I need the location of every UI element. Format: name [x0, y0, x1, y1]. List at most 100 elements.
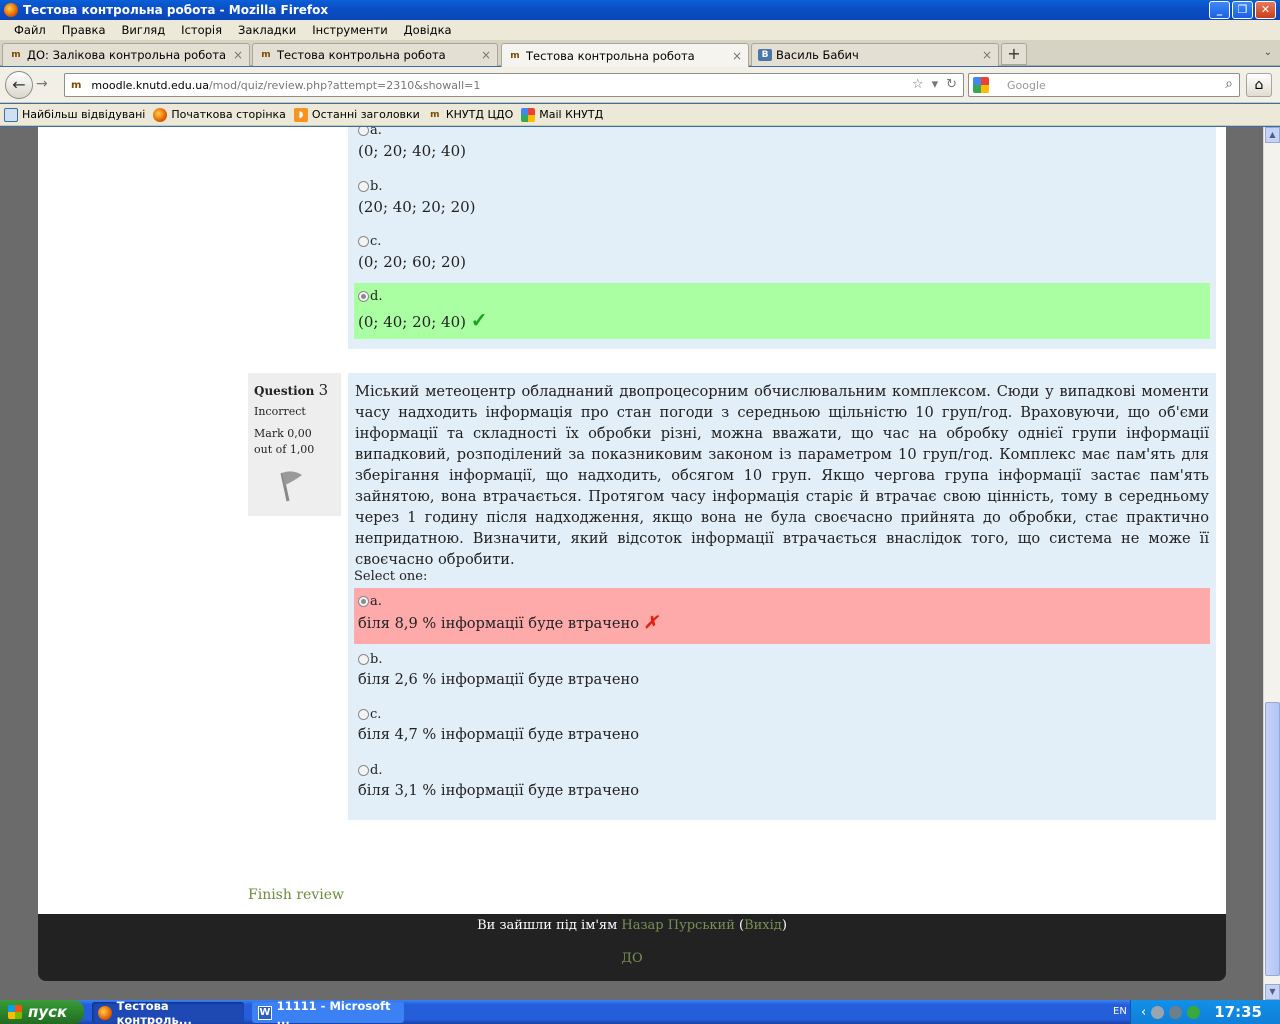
answer-text: (0; 40; 20; 40): [358, 313, 466, 331]
logout-link[interactable]: Вихід: [744, 918, 782, 933]
scroll-up-arrow-icon[interactable]: ▲: [1265, 127, 1280, 143]
answer-option[interactable]: b. (20; 40; 20; 20): [354, 177, 1210, 216]
close-window-button[interactable]: ✕: [1255, 1, 1276, 19]
menu-edit[interactable]: Правка: [54, 23, 114, 37]
url-host: moodle.knutd.edu.ua: [91, 78, 209, 92]
answer-option[interactable]: c. біля 4,7 % інформації буде втрачено: [354, 705, 1210, 743]
back-button[interactable]: ←: [5, 71, 33, 99]
taskbar-item-firefox[interactable]: Тестова контроль...: [92, 999, 244, 1024]
tab-1[interactable]: m ДО: Залікова контрольна робота ×: [2, 43, 250, 66]
tray-icon[interactable]: [1187, 1005, 1201, 1019]
most-visited-icon: [4, 107, 18, 122]
tray-icon[interactable]: [1169, 1005, 1183, 1019]
bookmark-knutd-cdo[interactable]: m КНУТД ЦДО: [428, 108, 513, 122]
answer-letter: b.: [370, 652, 383, 667]
question-label: Question: [254, 384, 315, 398]
tab-close-icon[interactable]: ×: [481, 48, 491, 62]
answer-text: (20; 40; 20; 20): [358, 198, 476, 216]
tray-icon[interactable]: [1151, 1005, 1165, 1019]
answer-option-correct[interactable]: d. (0; 40; 20; 40) ✓: [354, 283, 1210, 339]
answer-letter: c.: [370, 234, 382, 249]
radio-button[interactable]: [358, 236, 369, 247]
new-tab-button[interactable]: +: [1001, 43, 1027, 65]
question-info: Question 3 Incorrect Mark 0,00 out of 1,…: [248, 373, 341, 516]
moodle-icon: m: [430, 109, 440, 120]
answer-option[interactable]: a. (0; 20; 40; 40): [354, 127, 1210, 160]
answer-text: (0; 20; 40; 40): [358, 142, 466, 160]
show-hidden-icons-icon[interactable]: ‹: [1141, 1005, 1146, 1020]
firefox-icon: [153, 107, 168, 122]
start-button[interactable]: пуск: [0, 1000, 84, 1024]
menu-file[interactable]: Файл: [6, 23, 54, 37]
vertical-scrollbar[interactable]: ▲ ▼: [1263, 127, 1280, 1000]
answer-text: біля 2,6 % інформації буде втрачено: [358, 671, 640, 688]
answer-option-incorrect[interactable]: a. біля 8,9 % інформації буде втрачено ✗: [354, 588, 1210, 644]
radio-button-checked[interactable]: [358, 596, 369, 607]
bookmark-label: Початкова сторінка: [171, 108, 286, 121]
menu-help[interactable]: Довідка: [396, 23, 460, 37]
search-bar[interactable]: Google ⌕: [968, 73, 1240, 97]
answer-option[interactable]: d. біля 3,1 % інформації буде втрачено: [354, 761, 1210, 799]
bookmark-most-visited[interactable]: Найбільш відвідувані: [4, 107, 145, 122]
radio-button[interactable]: [358, 765, 369, 776]
home-button[interactable]: ⌂: [1246, 73, 1272, 97]
answer-text: біля 4,7 % інформації буде втрачено: [358, 726, 640, 743]
finish-review-link[interactable]: Finish review: [248, 887, 344, 903]
menu-tools[interactable]: Інструменти: [304, 23, 395, 37]
search-icon[interactable]: ⌕: [1225, 76, 1233, 92]
question-2-content: a. (0; 20; 40; 40) b. (20; 40; 20; 20) c…: [348, 127, 1216, 349]
tab-4[interactable]: B Василь Бабич ×: [751, 43, 999, 66]
bookmark-start-page[interactable]: Початкова сторінка: [153, 107, 286, 122]
radio-button[interactable]: [358, 127, 369, 136]
answer-text: (0; 20; 60; 20): [358, 253, 466, 271]
answer-letter: d.: [370, 289, 383, 304]
radio-button[interactable]: [358, 709, 369, 720]
menu-view[interactable]: Вигляд: [114, 23, 174, 37]
radio-button[interactable]: [358, 181, 369, 192]
scroll-down-arrow-icon[interactable]: ▼: [1265, 984, 1280, 1000]
scrollbar-thumb[interactable]: [1265, 702, 1280, 976]
moodle-icon: m: [510, 50, 520, 61]
bookmark-star-icon[interactable]: ☆: [912, 77, 924, 92]
rss-icon: ◗: [293, 107, 308, 122]
tab-close-icon[interactable]: ×: [732, 49, 742, 63]
forward-button[interactable]: →: [36, 76, 48, 92]
answer-text: біля 8,9 % інформації буде втрачено: [358, 615, 640, 632]
dropdown-icon[interactable]: ▾: [932, 77, 939, 92]
tab-2[interactable]: m Тестова контрольна робота ×: [252, 43, 498, 66]
bookmark-latest-headlines[interactable]: ◗ Останні заголовки: [293, 107, 420, 122]
tab-close-icon[interactable]: ×: [982, 48, 992, 62]
radio-button-checked[interactable]: [358, 291, 369, 302]
correct-tick-icon: ✓: [470, 308, 488, 332]
menu-bookmarks[interactable]: Закладки: [230, 23, 304, 37]
window-titlebar: Тестова контрольна робота - Mozilla Fire…: [0, 0, 1280, 20]
page-viewport: a. (0; 20; 40; 40) b. (20; 40; 20; 20) c…: [0, 127, 1263, 1000]
mail-icon: [521, 107, 536, 122]
incorrect-cross-icon: ✗: [643, 613, 658, 633]
language-indicator[interactable]: EN: [1113, 1006, 1127, 1017]
google-icon[interactable]: [973, 77, 989, 93]
home-link[interactable]: ДО: [38, 951, 1226, 966]
bookmark-mail-knutd[interactable]: Mail КНУТД: [521, 107, 603, 122]
flag-icon[interactable]: [274, 469, 304, 503]
tab-3-active[interactable]: m Тестова контрольна робота ×: [501, 43, 749, 67]
answer-option[interactable]: b. біля 2,6 % інформації буде втрачено: [354, 650, 1210, 688]
url-bar[interactable]: m moodle.knutd.edu.ua /mod/quiz/review.p…: [64, 73, 964, 97]
taskbar-item-word[interactable]: W 11111 - Microsoft ...: [252, 999, 404, 1024]
maximize-button[interactable]: ❐: [1232, 1, 1253, 19]
radio-button[interactable]: [358, 654, 369, 665]
tab-label: ДО: Залікова контрольна робота: [27, 48, 227, 62]
tab-list-chevron-icon[interactable]: ⌄: [1264, 47, 1272, 58]
menu-bar: Файл Правка Вигляд Історія Закладки Інст…: [0, 20, 1280, 40]
word-icon: W: [258, 1005, 272, 1020]
answer-option[interactable]: c. (0; 20; 60; 20): [354, 232, 1210, 271]
firefox-icon: [4, 3, 18, 17]
minimize-button[interactable]: _: [1209, 1, 1230, 19]
clock: 17:35: [1214, 1003, 1262, 1021]
tab-close-icon[interactable]: ×: [233, 48, 243, 62]
user-profile-link[interactable]: Назар Пурський: [621, 918, 735, 933]
menu-history[interactable]: Історія: [173, 23, 230, 37]
bookmark-label: Останні заголовки: [311, 108, 420, 121]
reload-icon[interactable]: ↻: [946, 77, 957, 92]
bookmark-label: КНУТД ЦДО: [445, 108, 514, 121]
